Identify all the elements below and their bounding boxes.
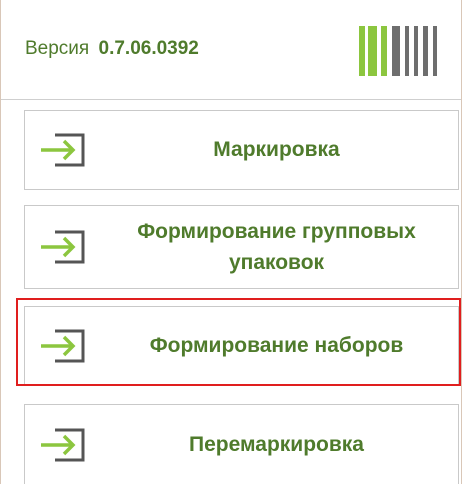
- login-arrow-icon: [41, 133, 85, 167]
- app-screen: Версия 0.7.06.0392 Маркировка Формирован…: [0, 0, 462, 484]
- version-label: Версия: [25, 38, 90, 59]
- version-info: Версия 0.7.06.0392: [25, 38, 199, 60]
- version-number: 0.7.06.0392: [98, 38, 199, 59]
- login-arrow-icon: [41, 329, 85, 363]
- menu-item-group-packaging[interactable]: Формирование групповых упаковок: [24, 205, 459, 289]
- menu-item-sets[interactable]: Формирование наборов: [24, 306, 459, 386]
- menu-item-marking[interactable]: Маркировка: [24, 110, 459, 190]
- barcode-logo-icon: [359, 26, 437, 76]
- menu-item-label: Формирование групповых упаковок: [137, 219, 416, 275]
- menu-item-label: Формирование наборов: [149, 334, 404, 358]
- login-arrow-icon: [41, 230, 85, 264]
- header: Версия 0.7.06.0392: [1, 0, 461, 100]
- menu-item-remarking[interactable]: Перемаркировка: [24, 404, 459, 484]
- menu-item-label: Маркировка: [213, 138, 340, 162]
- menu-item-label: Перемаркировка: [189, 432, 364, 456]
- login-arrow-icon: [41, 428, 85, 461]
